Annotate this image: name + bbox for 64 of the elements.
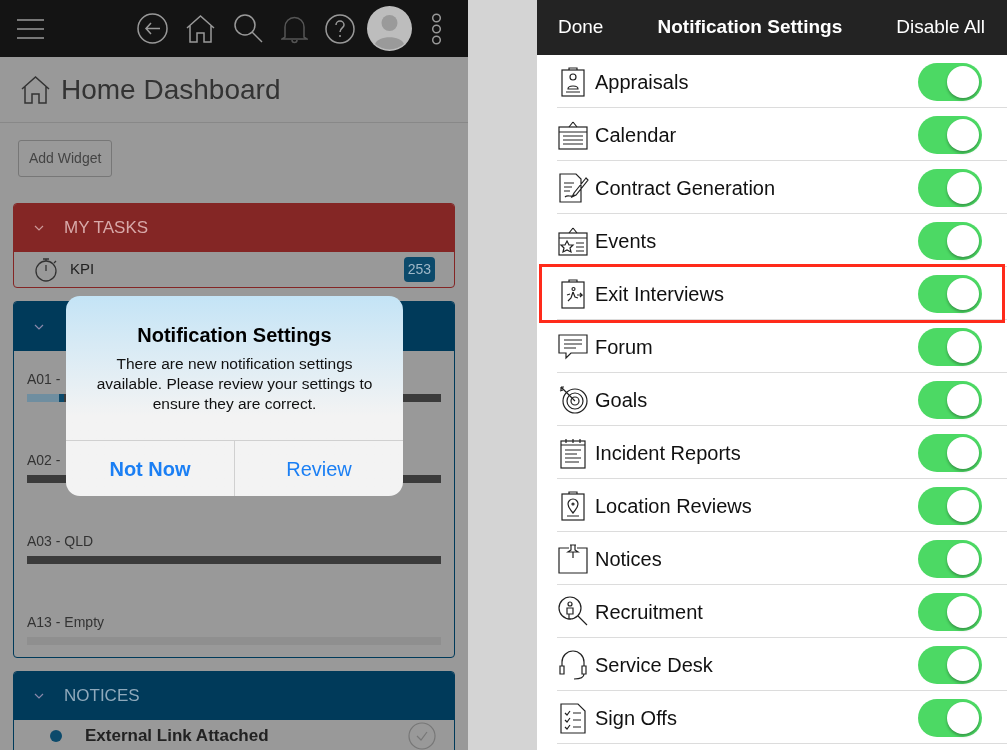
add-widget-button[interactable]: Add Widget — [18, 140, 113, 177]
toggle-switch[interactable] — [918, 380, 982, 419]
check-circle-icon[interactable] — [408, 722, 436, 750]
row-label: Incident Reports — [595, 440, 741, 466]
row-label: A03 - QLD — [27, 532, 94, 548]
row-label: A01 - — [27, 370, 61, 386]
toggle-switch[interactable] — [918, 274, 982, 313]
toggle-switch[interactable] — [918, 433, 982, 472]
row-label: A02 - — [27, 451, 61, 467]
alert-button[interactable]: Not Now — [66, 441, 234, 496]
card-title: MY TASKS — [64, 217, 149, 240]
chevron-down-icon[interactable] — [34, 323, 44, 330]
home-icon[interactable] — [185, 13, 216, 44]
home-icon — [20, 74, 51, 105]
row-label: Service Desk — [595, 652, 713, 678]
row-label: Contract Generation — [595, 175, 776, 201]
toggle-switch[interactable] — [918, 327, 982, 366]
notice-title: External Link Attached — [85, 725, 270, 748]
row-label: Exit Interviews — [595, 281, 724, 307]
more-icon[interactable] — [431, 12, 442, 45]
pinned-board-icon — [557, 541, 589, 576]
nav-title: Notification Settings — [657, 15, 843, 40]
chevron-down-icon[interactable] — [34, 693, 44, 699]
help-icon[interactable] — [325, 13, 355, 44]
row-label: Calendar — [595, 122, 677, 148]
task-row[interactable]: KPI 253 — [14, 252, 454, 287]
toggle-switch[interactable] — [918, 698, 982, 737]
notice-row[interactable]: External Link Attached — [14, 720, 454, 750]
search-icon[interactable] — [233, 13, 264, 44]
row-label: A13 - Empty — [27, 613, 105, 629]
page-title: Home Dashboard — [61, 72, 281, 107]
headset-icon — [557, 647, 589, 682]
row-label: Forum — [595, 334, 653, 360]
back-icon[interactable] — [137, 13, 168, 44]
row-label: Location Reviews — [595, 493, 752, 519]
toggle-switch[interactable] — [918, 486, 982, 525]
document-pen-icon — [557, 170, 589, 205]
alert-button[interactable]: Review — [234, 441, 403, 496]
toggle-switch[interactable] — [918, 592, 982, 631]
task-label: KPI — [70, 259, 96, 280]
row-label: Appraisals — [595, 69, 689, 95]
row-label: Events — [595, 228, 657, 254]
checklist-icon — [557, 700, 589, 735]
toggle-switch[interactable] — [918, 539, 982, 578]
toggle-switch[interactable] — [918, 645, 982, 684]
dot-icon — [49, 729, 63, 743]
row-label: Goals — [595, 387, 648, 413]
count-badge: 253 — [403, 257, 435, 282]
alert-title: Notification Settings — [137, 323, 332, 348]
row-label: Recruitment — [595, 599, 703, 625]
menu-icon[interactable] — [17, 18, 44, 39]
done-button[interactable]: Done — [558, 13, 604, 42]
row-label: Sign Offs — [595, 705, 677, 731]
toggle-switch[interactable] — [918, 168, 982, 207]
stopwatch-icon — [34, 257, 58, 282]
disable-all-button[interactable]: Disable All — [896, 13, 985, 42]
card-title: NOTICES — [64, 685, 140, 708]
avatar-icon[interactable] — [367, 6, 412, 51]
toggle-switch[interactable] — [918, 115, 982, 154]
alert-message: There are new notification settings available. Please review your settings to ensure they are correct. — [95, 354, 374, 414]
row-label: Notices — [595, 546, 662, 572]
chevron-down-icon[interactable] — [34, 225, 44, 231]
toggle-switch[interactable] — [918, 62, 982, 101]
toggle-switch[interactable] — [918, 221, 982, 260]
